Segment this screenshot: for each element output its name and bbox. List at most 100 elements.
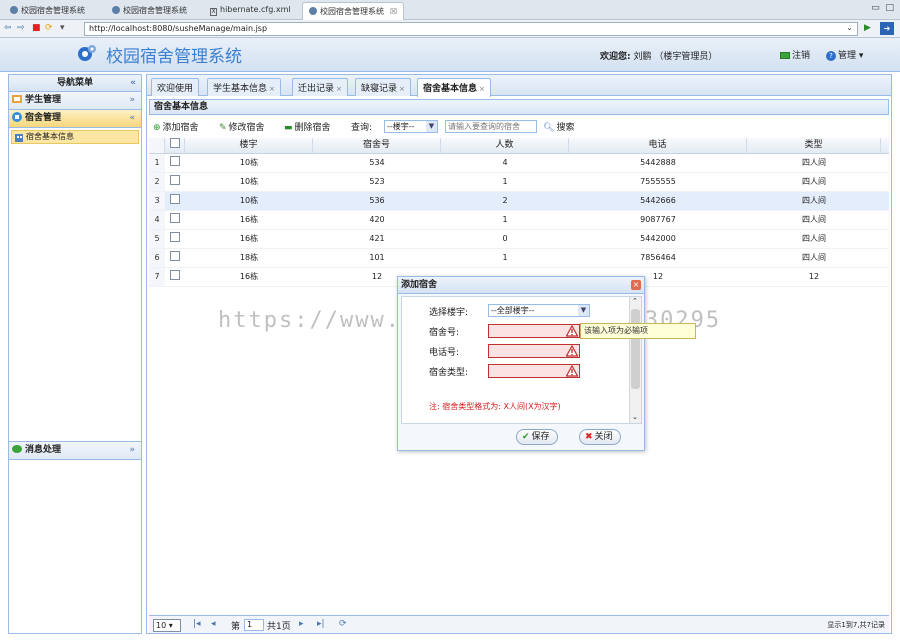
refresh-icon[interactable]: ⟳ xyxy=(45,23,53,33)
close-dialog-button[interactable]: ✖ 关闭 xyxy=(579,429,621,445)
cell-type: 四人间 xyxy=(802,177,826,186)
dropdown-icon[interactable]: ▾ xyxy=(60,23,65,33)
column-header-building[interactable]: 楼宇 xyxy=(185,138,313,153)
collapse-icon[interactable]: « xyxy=(129,110,135,127)
expand-icon[interactable]: » xyxy=(129,442,135,459)
content-tabs: 欢迎使用 学生基本信息 × 迁出记录 × 缺寝记录 × 宿舍基本信息 × xyxy=(147,75,891,97)
cell-count: 0 xyxy=(502,234,508,243)
table-row[interactable]: 3 10栋 536 2 5442666 四人间 xyxy=(149,192,889,211)
url-dropdown-icon[interactable]: ⌄ xyxy=(846,23,853,32)
column-header-room[interactable]: 宿舍号 xyxy=(313,138,441,153)
last-page-icon[interactable]: ▸| xyxy=(317,619,325,629)
browser-tab-4[interactable]: 校园宿舍管理系统 ☒ xyxy=(302,2,405,20)
close-tab-icon[interactable]: ☒ xyxy=(390,7,397,16)
type-field-input[interactable] xyxy=(488,364,580,378)
edit-dorm-button[interactable]: ✎ 修改宿舍 xyxy=(219,120,265,133)
save-button[interactable]: ✔ 保存 xyxy=(516,429,558,445)
phone-field-input[interactable] xyxy=(488,344,580,358)
column-header-type[interactable]: 类型 xyxy=(747,138,881,153)
back-icon[interactable]: ⇦ xyxy=(4,23,12,33)
cell-phone: 9087767 xyxy=(640,215,676,224)
table-row[interactable]: 2 10栋 523 1 7555555 四人间 xyxy=(149,173,889,192)
delete-dorm-button[interactable]: ▬ 删除宿舍 xyxy=(284,120,331,133)
refresh-icon[interactable]: ⟳ xyxy=(339,619,347,629)
check-icon: ✔ xyxy=(522,432,530,442)
go-icon[interactable]: ▶ xyxy=(864,23,871,33)
cell-building: 18栋 xyxy=(239,253,259,262)
browser-tab-3[interactable]: Xhibernate.cfg.xml xyxy=(204,2,297,20)
warning-icon xyxy=(566,365,578,377)
minimize-icon[interactable]: ▭ xyxy=(871,3,880,13)
row-checkbox[interactable] xyxy=(170,251,180,261)
collapse-sidebar-icon[interactable]: « xyxy=(130,75,136,91)
browser-tab-1[interactable]: 校园宿舍管理系统 xyxy=(4,2,91,20)
search-label: 搜索 xyxy=(556,123,575,133)
tab-dorm-info[interactable]: 宿舍基本信息 × xyxy=(417,78,491,97)
close-icon[interactable]: × xyxy=(269,85,275,93)
welcome-user: 刘鹏 （楼宇管理员） xyxy=(633,52,718,62)
expand-icon[interactable]: » xyxy=(129,92,135,109)
page-number-input[interactable]: 1 xyxy=(244,619,264,631)
row-checkbox[interactable] xyxy=(170,194,180,204)
logout-button[interactable]: 注销 xyxy=(780,48,810,61)
sidebar-section-students[interactable]: 学生管理 » xyxy=(9,92,141,110)
close-icon[interactable]: × xyxy=(479,85,485,93)
row-number: 6 xyxy=(149,249,165,267)
column-header-count[interactable]: 人数 xyxy=(441,138,569,153)
scroll-up-icon[interactable]: ⌃ xyxy=(632,297,638,305)
dialog-footer: ✔ 保存 ✖ 关闭 xyxy=(398,427,644,449)
welcome-text: 欢迎您: 刘鹏 （楼宇管理员） xyxy=(600,49,717,62)
sidebar-section-messages[interactable]: 消息处理 » xyxy=(9,442,141,460)
row-checkbox[interactable] xyxy=(170,175,180,185)
column-header-phone[interactable]: 电话 xyxy=(569,138,747,153)
table-row[interactable]: 6 18栋 101 1 7856464 四人间 xyxy=(149,249,889,268)
dialog-close-icon[interactable]: × xyxy=(631,280,641,290)
browser-tab-2[interactable]: 校园宿舍管理系统 xyxy=(106,2,193,20)
manage-menu-button[interactable]: ? 管理 ▾ xyxy=(826,48,863,61)
browser-tab-label: 校园宿舍管理系统 xyxy=(123,6,187,15)
search-input[interactable]: 请输入要查询的宿舍 xyxy=(445,120,537,133)
close-icon[interactable]: × xyxy=(336,85,342,93)
browser-logo-icon[interactable]: ➜ xyxy=(880,22,894,35)
building-select[interactable]: --楼宇-- ▼ xyxy=(384,120,438,133)
cell-room: 101 xyxy=(369,253,385,262)
tab-absence[interactable]: 缺寝记录 × xyxy=(355,78,411,96)
sidebar: 导航菜单 « 学生管理 » 宿舍管理 « 宿舍基本信息 消息处理 » xyxy=(8,74,142,634)
tab-welcome[interactable]: 欢迎使用 xyxy=(151,78,200,96)
row-checkbox[interactable] xyxy=(170,213,180,223)
stop-icon[interactable]: ■ xyxy=(32,23,41,33)
select-all-checkbox[interactable] xyxy=(169,138,180,148)
row-checkbox[interactable] xyxy=(170,156,180,166)
sidebar-item-dorm-info[interactable]: 宿舍基本信息 xyxy=(11,130,139,144)
tab-move-out[interactable]: 迁出记录 × xyxy=(292,78,348,96)
table-row[interactable]: 5 16栋 421 0 5442000 四人间 xyxy=(149,230,889,249)
row-number: 5 xyxy=(149,230,165,248)
room-field-input[interactable] xyxy=(488,324,580,338)
sidebar-section-dorms[interactable]: 宿舍管理 « xyxy=(9,110,141,128)
maximize-icon[interactable]: □ xyxy=(885,3,894,13)
close-icon[interactable]: × xyxy=(399,85,405,93)
dialog-scrollbar[interactable]: ⌃ ⌄ xyxy=(629,297,641,423)
browser-tab-label: hibernate.cfg.xml xyxy=(220,5,291,14)
page-total: 共1页 xyxy=(267,622,291,632)
cell-phone: 7856464 xyxy=(640,253,676,262)
table-row[interactable]: 4 16栋 420 1 9087767 四人间 xyxy=(149,211,889,230)
url-field[interactable]: http://localhost:8080/susheManage/main.j… xyxy=(84,22,858,36)
next-page-icon[interactable]: ▸ xyxy=(299,619,304,629)
scrollbar-thumb[interactable] xyxy=(631,309,640,389)
scroll-down-icon[interactable]: ⌄ xyxy=(632,413,638,421)
page-size-select[interactable]: 10 ▾ xyxy=(153,619,181,632)
table-row[interactable]: 1 10栋 534 4 5442888 四人间 xyxy=(149,154,889,173)
chevron-down-icon: ▼ xyxy=(426,121,437,132)
forward-icon[interactable]: ⇨ xyxy=(17,23,25,33)
building-field-select[interactable]: --全部楼宇-- ▼ xyxy=(488,304,590,317)
search-button[interactable]: 🔍︎ 搜索 xyxy=(543,120,574,133)
row-checkbox[interactable] xyxy=(170,270,180,280)
prev-page-icon[interactable]: ◂ xyxy=(211,619,216,629)
chevron-down-icon: ▾ xyxy=(858,51,864,61)
first-page-icon[interactable]: |◂ xyxy=(193,619,201,629)
tab-student-info[interactable]: 学生基本信息 × xyxy=(207,78,281,96)
row-checkbox[interactable] xyxy=(170,232,180,242)
add-dorm-button[interactable]: ⊕ 添加宿舍 xyxy=(153,120,199,133)
sidebar-item-label: 宿舍基本信息 xyxy=(26,132,74,141)
